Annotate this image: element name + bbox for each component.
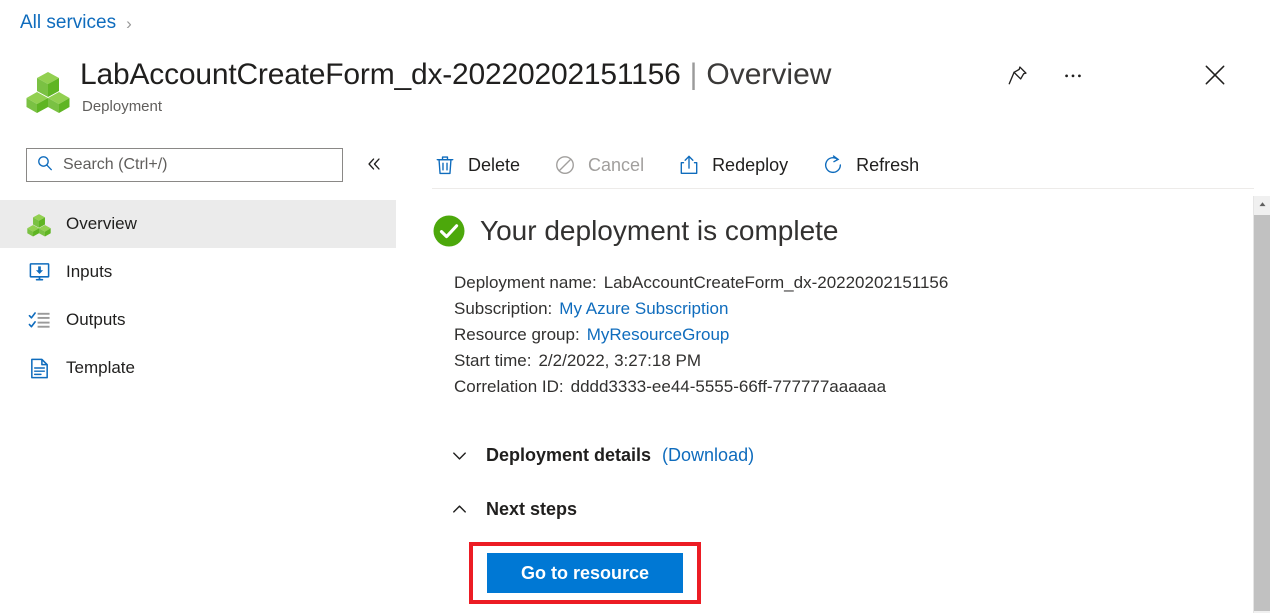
page-title: LabAccountCreateForm_dx-20220202151156 |… (80, 56, 831, 94)
upload-icon (676, 152, 702, 178)
next-steps-section: Next steps (446, 496, 1244, 522)
sidebar-item-template[interactable]: Template (0, 344, 396, 392)
chevron-double-left-icon[interactable] (360, 150, 388, 178)
chevron-down-icon[interactable] (446, 442, 472, 468)
template-document-icon (26, 355, 52, 381)
command-bar-divider (432, 188, 1254, 189)
detail-value: 2/2/2022, 3:27:18 PM (538, 348, 701, 374)
sidebar-item-label: Template (66, 358, 135, 378)
deployment-status: Your deployment is complete (432, 214, 1244, 248)
scrollbar-up-arrow-icon[interactable] (1254, 196, 1270, 213)
detail-row-start-time: Start time: 2/2/2022, 3:27:18 PM (454, 348, 1244, 374)
breadcrumb-all-services-link[interactable]: All services (20, 12, 116, 34)
detail-row-subscription: Subscription: My Azure Subscription (454, 296, 1244, 322)
detail-key: Deployment name: (454, 270, 597, 296)
deployment-details-list: Deployment name: LabAccountCreateForm_dx… (454, 270, 1244, 400)
next-steps-title: Next steps (486, 499, 577, 520)
sidebar: Overview Inputs (0, 142, 396, 613)
delete-button-label: Delete (468, 155, 520, 176)
download-link[interactable]: (Download) (662, 445, 754, 466)
success-check-icon (432, 214, 466, 248)
sidebar-item-outputs[interactable]: Outputs (0, 296, 396, 344)
sidebar-item-label: Inputs (66, 262, 112, 282)
refresh-button[interactable]: Refresh (820, 145, 933, 185)
resource-group-link[interactable]: MyResourceGroup (587, 322, 730, 348)
more-icon[interactable] (1056, 58, 1090, 92)
detail-key: Subscription: (454, 296, 552, 322)
page-title-row: LabAccountCreateForm_dx-20220202151156 |… (26, 56, 831, 115)
delete-button[interactable]: Delete (432, 145, 534, 185)
main-content: Your deployment is complete Deployment n… (432, 200, 1244, 522)
detail-key: Resource group: (454, 322, 580, 348)
cancel-button: Cancel (552, 145, 658, 185)
refresh-icon (820, 152, 846, 178)
breadcrumb: All services › (20, 12, 132, 34)
sidebar-nav: Overview Inputs (0, 200, 396, 392)
detail-row-correlation-id: Correlation ID: dddd3333-ee44-5555-66ff-… (454, 374, 1244, 400)
sidebar-item-overview[interactable]: Overview (0, 200, 396, 248)
title-actions (1000, 58, 1090, 92)
go-to-resource-button[interactable]: Go to resource (487, 553, 683, 593)
scrollbar-thumb[interactable] (1254, 215, 1270, 611)
detail-value: LabAccountCreateForm_dx-20220202151156 (604, 270, 949, 296)
chevron-up-icon[interactable] (446, 496, 472, 522)
outputs-checklist-icon (26, 307, 52, 333)
sidebar-item-label: Outputs (66, 310, 126, 330)
detail-value: dddd3333-ee44-5555-66ff-777777aaaaaa (571, 374, 886, 400)
refresh-button-label: Refresh (856, 155, 919, 176)
detail-key: Start time: (454, 348, 531, 374)
redeploy-button[interactable]: Redeploy (676, 145, 802, 185)
inputs-monitor-download-icon (26, 259, 52, 285)
trash-icon (432, 152, 458, 178)
green-cubes-icon (26, 68, 70, 114)
search-input[interactable] (61, 155, 316, 175)
sidebar-item-inputs[interactable]: Inputs (0, 248, 396, 296)
deployment-details-section: Deployment details (Download) (446, 442, 1244, 468)
vertical-scrollbar[interactable] (1253, 196, 1270, 613)
deployment-details-title: Deployment details (486, 445, 651, 466)
sidebar-item-label: Overview (66, 214, 137, 234)
page-title-name: LabAccountCreateForm_dx-20220202151156 (80, 56, 681, 94)
azure-portal-deployment-overview: All services › LabAccount (0, 0, 1270, 613)
breadcrumb-chevron-icon: › (126, 15, 132, 32)
search-box[interactable] (26, 148, 343, 182)
deployment-status-text: Your deployment is complete (480, 215, 839, 247)
page-title-section: Overview (706, 56, 831, 94)
close-icon[interactable] (1198, 58, 1232, 92)
search-icon (36, 154, 54, 177)
detail-row-resource-group: Resource group: MyResourceGroup (454, 322, 1244, 348)
green-cubes-icon (26, 211, 52, 237)
subscription-link[interactable]: My Azure Subscription (559, 296, 728, 322)
cancel-circle-slash-icon (552, 152, 578, 178)
page-title-separator: | (690, 56, 698, 94)
page-subtitle: Deployment (82, 98, 831, 115)
detail-row-deployment-name: Deployment name: LabAccountCreateForm_dx… (454, 270, 1244, 296)
pin-icon[interactable] (1000, 58, 1034, 92)
command-bar: Delete Cancel Redeploy (432, 143, 951, 187)
cancel-button-label: Cancel (588, 155, 644, 176)
redeploy-button-label: Redeploy (712, 155, 788, 176)
detail-key: Correlation ID: (454, 374, 564, 400)
